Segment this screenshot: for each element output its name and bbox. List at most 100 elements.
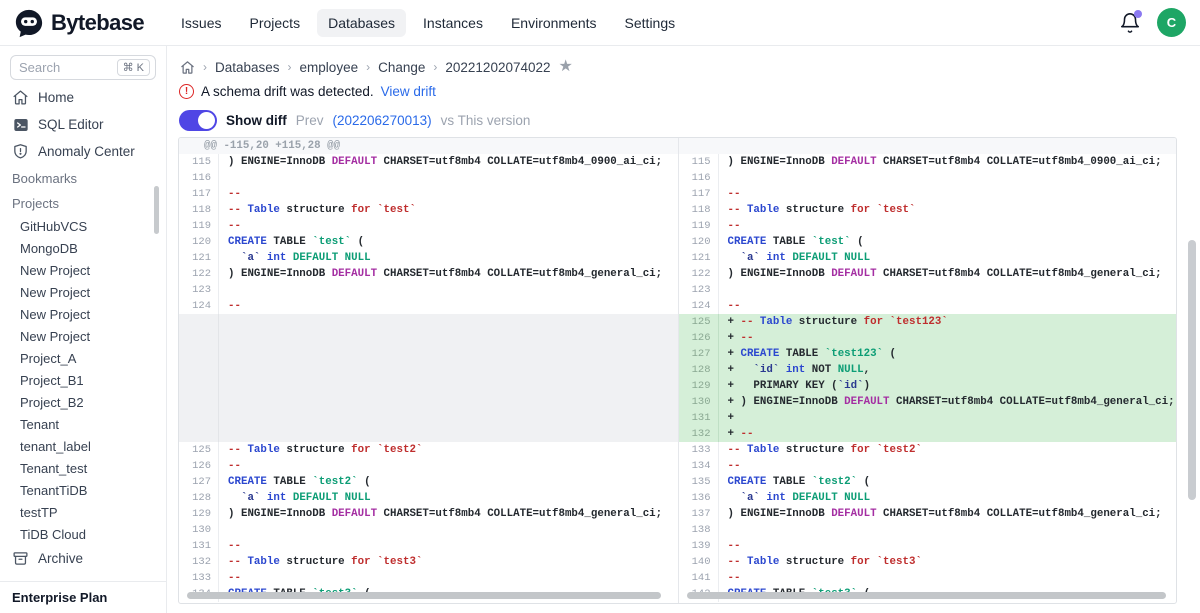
search-input[interactable]: Search ⌘ K: [10, 55, 156, 80]
search-placeholder: Search: [19, 60, 117, 75]
code-line: [219, 346, 678, 362]
nav-link-environments[interactable]: Environments: [500, 9, 608, 37]
line-number: 119: [679, 218, 719, 234]
code-line: [219, 378, 678, 394]
diff-viewer: @@ -115,20 +115,28 @@115) ENGINE=InnoDB …: [178, 137, 1177, 604]
project-item[interactable]: Tenant_test: [0, 457, 166, 479]
prev-label: Prev: [296, 113, 324, 128]
plan-label: Enterprise Plan: [12, 590, 107, 605]
diff-row: 124--: [679, 298, 1177, 314]
bytebase-logo[interactable]: Bytebase: [14, 8, 144, 38]
line-number: 120: [179, 234, 219, 250]
avatar[interactable]: C: [1157, 8, 1186, 37]
diff-row: [179, 346, 678, 362]
code-line: ) ENGINE=InnoDB DEFAULT CHARSET=utf8mb4 …: [219, 266, 678, 282]
nav-link-issues[interactable]: Issues: [170, 9, 232, 37]
project-item[interactable]: New Project: [0, 325, 166, 347]
line-number: 119: [179, 218, 219, 234]
breadcrumb-separator: ›: [288, 60, 292, 74]
breadcrumb-item[interactable]: 20221202074022: [445, 60, 550, 75]
vs-label: vs This version: [441, 113, 531, 128]
terminal-icon: [12, 116, 29, 133]
page-vertical-scrollbar[interactable]: [1188, 240, 1196, 500]
project-item[interactable]: New Project: [0, 303, 166, 325]
diff-row: 125-- Table structure for `test2`: [179, 442, 678, 458]
diff-row: 125+ -- Table structure for `test123`: [679, 314, 1177, 330]
code-line: CREATE TABLE `test2` (: [219, 474, 678, 490]
left-pane-horizontal-scrollbar[interactable]: [187, 592, 661, 599]
line-number: 138: [679, 522, 719, 538]
breadcrumb-item[interactable]: Change: [378, 60, 425, 75]
sidebar-scrollbar[interactable]: [154, 186, 159, 234]
sidebar-item-archive[interactable]: Archive: [0, 544, 166, 573]
line-number: 120: [679, 234, 719, 250]
code-line: ) ENGINE=InnoDB DEFAULT CHARSET=utf8mb4 …: [219, 506, 678, 522]
nav-link-instances[interactable]: Instances: [412, 9, 494, 37]
breadcrumb-separator: ›: [203, 60, 207, 74]
diff-row: 127CREATE TABLE `test2` (: [179, 474, 678, 490]
diff-row: @@ -115,20 +115,28 @@: [179, 138, 678, 154]
code-line: --: [719, 458, 1177, 474]
line-number: 124: [679, 298, 719, 314]
bytebase-logo-icon: [14, 8, 44, 38]
project-item[interactable]: tenant_label: [0, 435, 166, 457]
project-item[interactable]: Tenant: [0, 413, 166, 435]
project-item[interactable]: New Project: [0, 259, 166, 281]
sidebar-item-home[interactable]: Home: [0, 84, 166, 111]
project-item[interactable]: MongoDB: [0, 237, 166, 259]
project-item[interactable]: Project_B2: [0, 391, 166, 413]
code-line: ) ENGINE=InnoDB DEFAULT CHARSET=utf8mb4 …: [219, 154, 678, 170]
diff-row: 131+: [679, 410, 1177, 426]
line-number: 133: [179, 570, 219, 586]
line-number: 132: [179, 554, 219, 570]
line-number: 121: [179, 250, 219, 266]
line-number: 126: [679, 330, 719, 346]
breadcrumb: ›Databases›employee›Change›2022120207402…: [167, 46, 1200, 75]
line-number: 130: [679, 394, 719, 410]
drift-message: A schema drift was detected.: [201, 84, 374, 99]
view-drift-link[interactable]: View drift: [381, 84, 436, 99]
project-item[interactable]: Project_B1: [0, 369, 166, 391]
line-number: 116: [679, 170, 719, 186]
sidebar-item-anomaly-center[interactable]: Anomaly Center: [0, 138, 166, 165]
project-item[interactable]: testTP: [0, 501, 166, 523]
right-pane-horizontal-scrollbar[interactable]: [687, 592, 1166, 599]
code-line: CREATE TABLE `test2` (: [719, 474, 1177, 490]
code-line: [719, 522, 1177, 538]
prev-version-link[interactable]: (202206270013): [333, 113, 432, 128]
nav-link-settings[interactable]: Settings: [614, 9, 687, 37]
breadcrumb-home-icon[interactable]: [180, 60, 195, 75]
diff-row: 129) ENGINE=InnoDB DEFAULT CHARSET=utf8m…: [179, 506, 678, 522]
nav-link-projects[interactable]: Projects: [239, 9, 312, 37]
bookmark-star-icon[interactable]: ★: [559, 59, 573, 75]
diff-row: 131--: [179, 538, 678, 554]
code-line: [719, 282, 1177, 298]
project-item[interactable]: Project_A: [0, 347, 166, 369]
project-item[interactable]: TiDB Cloud: [0, 523, 166, 545]
code-line: --: [219, 186, 678, 202]
code-line: + ) ENGINE=InnoDB DEFAULT CHARSET=utf8mb…: [719, 394, 1177, 410]
code-line: ) ENGINE=InnoDB DEFAULT CHARSET=utf8mb4 …: [719, 506, 1177, 522]
notifications-bell-icon[interactable]: [1119, 12, 1141, 34]
archive-label: Archive: [38, 551, 83, 566]
code-line: --: [219, 458, 678, 474]
sidebar-item-sql-editor[interactable]: SQL Editor: [0, 111, 166, 138]
diff-row: 126+ --: [679, 330, 1177, 346]
code-line: [219, 170, 678, 186]
diff-row: 128+ `id` int NOT NULL,: [679, 362, 1177, 378]
project-item[interactable]: GitHubVCS: [0, 215, 166, 237]
show-diff-toggle[interactable]: [179, 110, 217, 131]
nav-link-databases[interactable]: Databases: [317, 9, 406, 37]
diff-row: [179, 314, 678, 330]
project-item[interactable]: New Project: [0, 281, 166, 303]
diff-row: 115) ENGINE=InnoDB DEFAULT CHARSET=utf8m…: [179, 154, 678, 170]
line-number: 139: [679, 538, 719, 554]
line-number: 124: [179, 298, 219, 314]
diff-row: [679, 138, 1177, 154]
code-line: ) ENGINE=InnoDB DEFAULT CHARSET=utf8mb4 …: [719, 154, 1177, 170]
diff-row: 118-- Table structure for `test`: [179, 202, 678, 218]
breadcrumb-item[interactable]: Databases: [215, 60, 280, 75]
breadcrumb-item[interactable]: employee: [300, 60, 359, 75]
code-line: + --: [719, 426, 1177, 442]
project-item[interactable]: TenantTiDB: [0, 479, 166, 501]
